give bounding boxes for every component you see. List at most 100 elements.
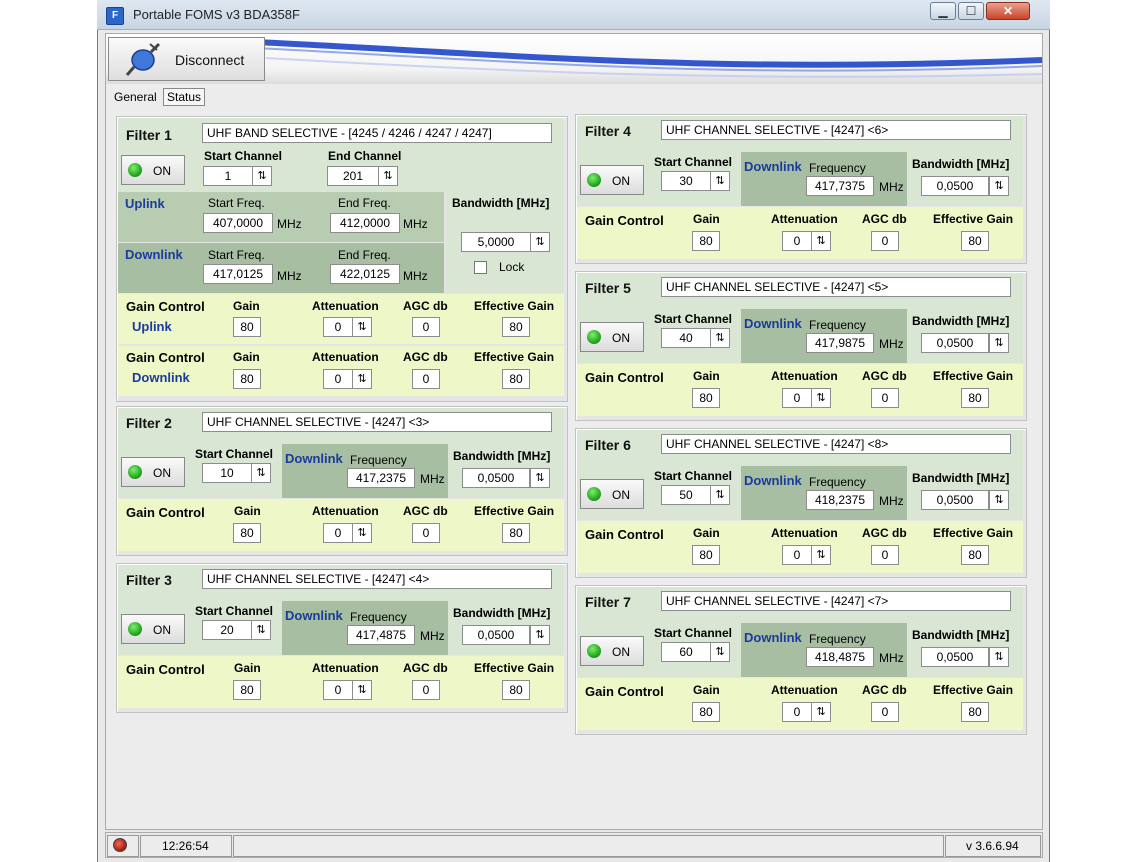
filter-7-name-field[interactable]: UHF CHANNEL SELECTIVE - [4247] <7> xyxy=(661,591,1011,611)
spin-arrows-icon[interactable]: ⇅ xyxy=(352,317,372,337)
filter-2-start-channel[interactable]: 10 xyxy=(202,463,252,483)
filter-1-lock-checkbox[interactable] xyxy=(474,261,487,274)
close-button[interactable]: ✕ xyxy=(986,2,1030,20)
filter-6-on-button[interactable]: ON xyxy=(580,479,644,509)
tab-general[interactable]: General xyxy=(111,90,160,104)
filter-4-start-channel[interactable]: 30 xyxy=(661,171,711,191)
spin-arrows-icon[interactable]: ⇅ xyxy=(989,490,1009,510)
tab-status[interactable]: Status xyxy=(163,88,206,106)
spin-arrows-icon[interactable]: ⇅ xyxy=(352,369,372,389)
filter-1-uplink-start-freq[interactable]: 407,0000 xyxy=(203,213,273,233)
filter-1-on-button[interactable]: ON xyxy=(121,155,185,185)
filter-5-name-field[interactable]: UHF CHANNEL SELECTIVE - [4247] <5> xyxy=(661,277,1011,297)
filter-6-attenuation[interactable]: 0 xyxy=(782,545,812,565)
filter-4-on-button[interactable]: ON xyxy=(580,165,644,195)
filter-4-gain[interactable]: 80 xyxy=(692,231,720,251)
spin-arrows-icon[interactable]: ⇅ xyxy=(811,702,831,722)
filter-4-effective-gain[interactable]: 80 xyxy=(961,231,989,251)
filter-3-effective-gain[interactable]: 80 xyxy=(502,680,530,700)
filter-2-bandwidth[interactable]: 0,0500 xyxy=(462,468,530,488)
filter-4-bandwidth[interactable]: 0,0500 xyxy=(921,176,989,196)
filter-7-on-button[interactable]: ON xyxy=(580,636,644,666)
filter-1-uplink-agc[interactable]: 0 xyxy=(412,317,440,337)
filter-5-attenuation[interactable]: 0 xyxy=(782,388,812,408)
filter-1-downlink-end-freq[interactable]: 422,0125 xyxy=(330,264,400,284)
filter-6-gain[interactable]: 80 xyxy=(692,545,720,565)
filter-5-start-channel[interactable]: 40 xyxy=(661,328,711,348)
filter-1-uplink-attenuation[interactable]: 0 xyxy=(323,317,353,337)
filter-3-gain[interactable]: 80 xyxy=(233,680,261,700)
filter-3-attenuation[interactable]: 0 xyxy=(323,680,353,700)
filter-1-uplink-gain[interactable]: 80 xyxy=(233,317,261,337)
filter-1-uplink-end-freq[interactable]: 412,0000 xyxy=(330,213,400,233)
filter-3-start-channel[interactable]: 20 xyxy=(202,620,252,640)
spin-arrows-icon[interactable]: ⇅ xyxy=(989,333,1009,353)
filter-3-name-field[interactable]: UHF CHANNEL SELECTIVE - [4247] <4> xyxy=(202,569,552,589)
spin-arrows-icon[interactable]: ⇅ xyxy=(251,620,271,640)
filter-4-agc[interactable]: 0 xyxy=(871,231,899,251)
filter-1-uplink-effective-gain[interactable]: 80 xyxy=(502,317,530,337)
filter-1-downlink-agc[interactable]: 0 xyxy=(412,369,440,389)
filter-1-bandwidth[interactable]: 5,0000 xyxy=(461,232,531,252)
filter-3-agc[interactable]: 0 xyxy=(412,680,440,700)
filter-5-frequency[interactable]: 417,9875 xyxy=(806,333,874,353)
filter-7-attenuation[interactable]: 0 xyxy=(782,702,812,722)
filter-6-agc[interactable]: 0 xyxy=(871,545,899,565)
filter-2-gain[interactable]: 80 xyxy=(233,523,261,543)
maximize-button[interactable]: ☐ xyxy=(958,2,984,20)
filter-5-effective-gain[interactable]: 80 xyxy=(961,388,989,408)
spin-arrows-icon[interactable]: ⇅ xyxy=(352,523,372,543)
filter-3-frequency[interactable]: 417,4875 xyxy=(347,625,415,645)
filter-7-bandwidth[interactable]: 0,0500 xyxy=(921,647,989,667)
spin-arrows-icon[interactable]: ⇅ xyxy=(710,171,730,191)
filter-7-frequency[interactable]: 418,4875 xyxy=(806,647,874,667)
filter-4-frequency[interactable]: 417,7375 xyxy=(806,176,874,196)
spin-arrows-icon[interactable]: ⇅ xyxy=(710,485,730,505)
filter-1-start-channel[interactable]: 1 xyxy=(203,166,253,186)
filter-7-gain[interactable]: 80 xyxy=(692,702,720,722)
filter-1-downlink-gain[interactable]: 80 xyxy=(233,369,261,389)
filter-6-start-channel[interactable]: 50 xyxy=(661,485,711,505)
filter-2-effective-gain[interactable]: 80 xyxy=(502,523,530,543)
filter-1-downlink-attenuation[interactable]: 0 xyxy=(323,369,353,389)
spin-arrows-icon[interactable]: ⇅ xyxy=(811,231,831,251)
filter-1-end-channel[interactable]: 201 xyxy=(327,166,379,186)
spin-arrows-icon[interactable]: ⇅ xyxy=(710,642,730,662)
spin-arrows-icon[interactable]: ⇅ xyxy=(530,468,550,488)
filter-4-name-field[interactable]: UHF CHANNEL SELECTIVE - [4247] <6> xyxy=(661,120,1011,140)
spin-arrows-icon[interactable]: ⇅ xyxy=(251,463,271,483)
spin-arrows-icon[interactable]: ⇅ xyxy=(530,232,550,252)
filter-1-downlink-start-freq[interactable]: 417,0125 xyxy=(203,264,273,284)
spin-arrows-icon[interactable]: ⇅ xyxy=(710,328,730,348)
spin-arrows-icon[interactable]: ⇅ xyxy=(530,625,550,645)
filter-6-effective-gain[interactable]: 80 xyxy=(961,545,989,565)
filter-6-frequency[interactable]: 418,2375 xyxy=(806,490,874,510)
filter-6-name-field[interactable]: UHF CHANNEL SELECTIVE - [4247] <8> xyxy=(661,434,1011,454)
spin-arrows-icon[interactable]: ⇅ xyxy=(252,166,272,186)
filter-5-on-button[interactable]: ON xyxy=(580,322,644,352)
filter-1-name-field[interactable]: UHF BAND SELECTIVE - [4245 / 4246 / 4247… xyxy=(202,123,552,143)
filter-3-on-button[interactable]: ON xyxy=(121,614,185,644)
spin-arrows-icon[interactable]: ⇅ xyxy=(352,680,372,700)
filter-2-attenuation[interactable]: 0 xyxy=(323,523,353,543)
filter-5-gain[interactable]: 80 xyxy=(692,388,720,408)
filter-7-start-channel[interactable]: 60 xyxy=(661,642,711,662)
filter-4-attenuation[interactable]: 0 xyxy=(782,231,812,251)
filter-2-frequency[interactable]: 417,2375 xyxy=(347,468,415,488)
filter-7-effective-gain[interactable]: 80 xyxy=(961,702,989,722)
filter-5-bandwidth[interactable]: 0,0500 xyxy=(921,333,989,353)
filter-5-agc[interactable]: 0 xyxy=(871,388,899,408)
filter-3-bandwidth[interactable]: 0,0500 xyxy=(462,625,530,645)
filter-2-agc[interactable]: 0 xyxy=(412,523,440,543)
filter-7-agc[interactable]: 0 xyxy=(871,702,899,722)
filter-6-bandwidth[interactable]: 0,0500 xyxy=(921,490,989,510)
filter-2-on-button[interactable]: ON xyxy=(121,457,185,487)
spin-arrows-icon[interactable]: ⇅ xyxy=(989,176,1009,196)
spin-arrows-icon[interactable]: ⇅ xyxy=(811,388,831,408)
minimize-button[interactable]: ▁ xyxy=(930,2,956,20)
spin-arrows-icon[interactable]: ⇅ xyxy=(989,647,1009,667)
spin-arrows-icon[interactable]: ⇅ xyxy=(378,166,398,186)
filter-1-downlink-effective-gain[interactable]: 80 xyxy=(502,369,530,389)
spin-arrows-icon[interactable]: ⇅ xyxy=(811,545,831,565)
filter-2-name-field[interactable]: UHF CHANNEL SELECTIVE - [4247] <3> xyxy=(202,412,552,432)
